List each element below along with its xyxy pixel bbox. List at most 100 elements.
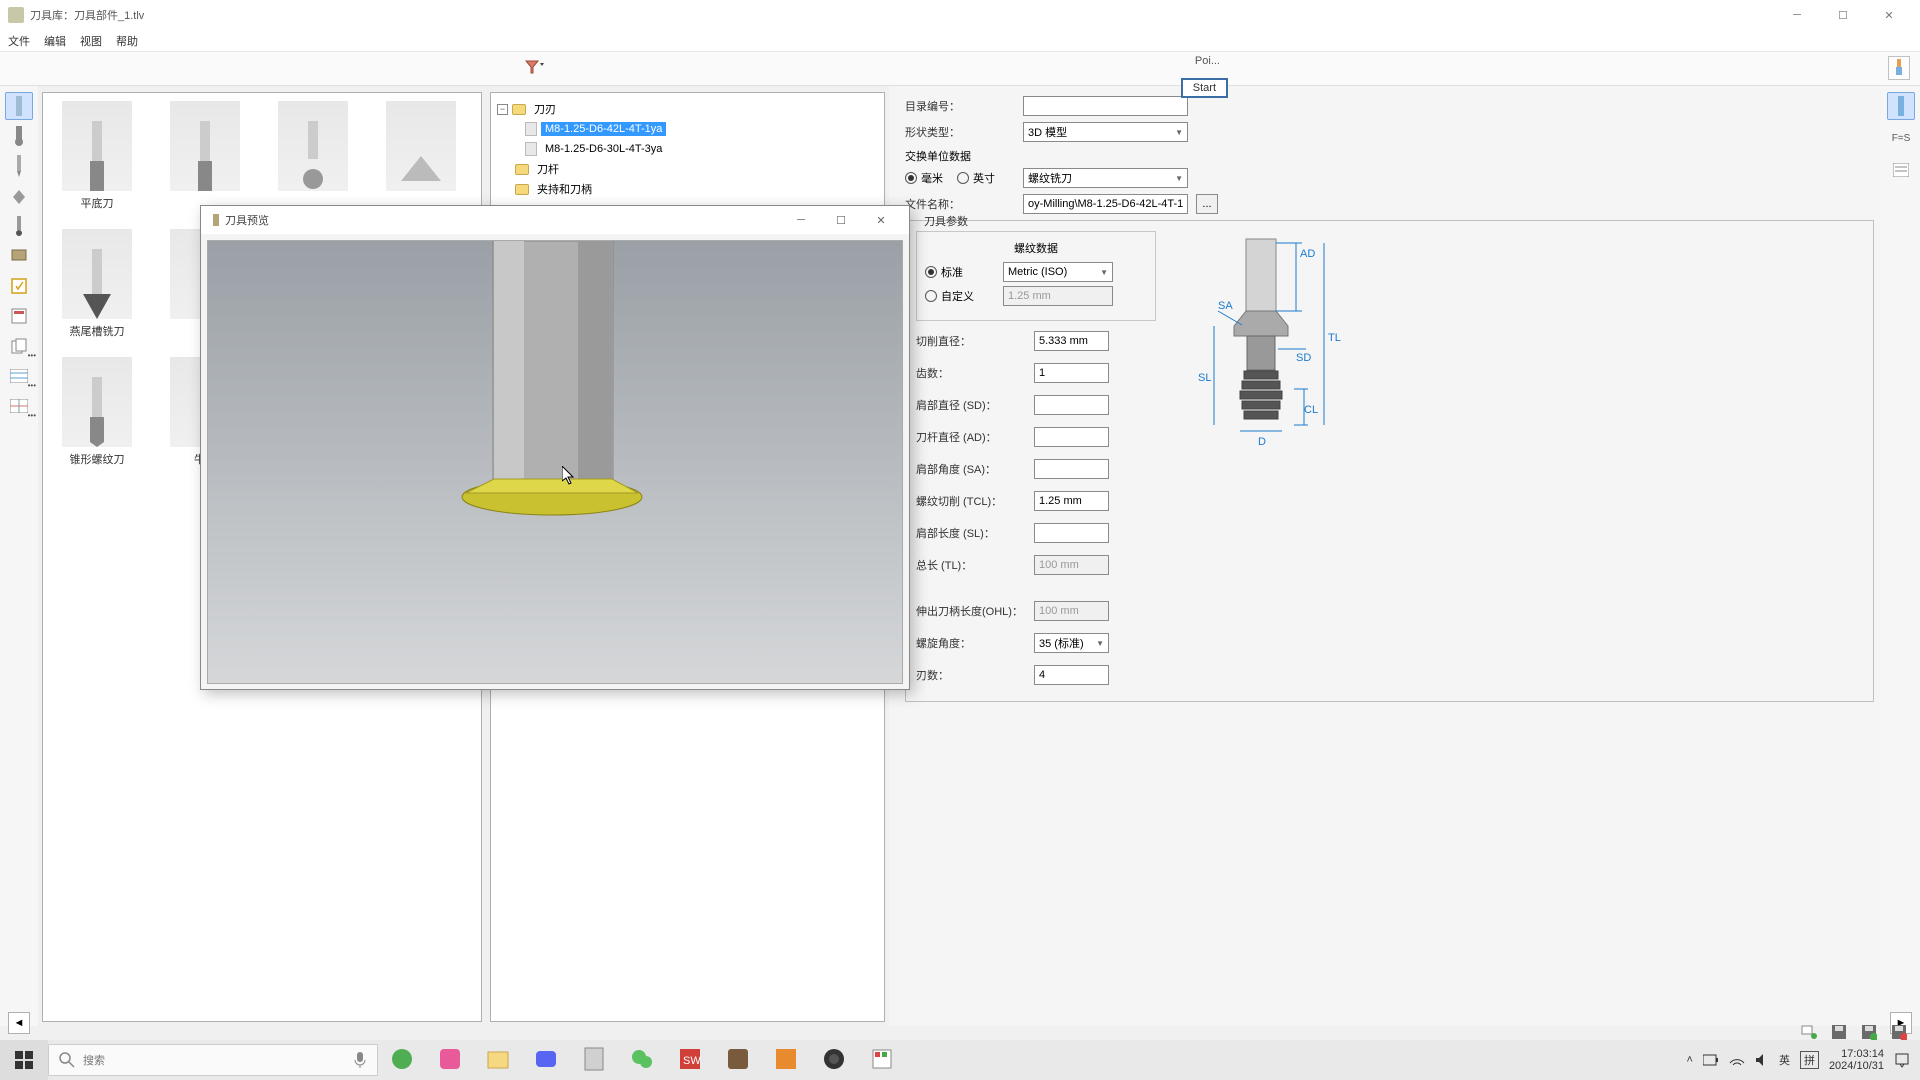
label-flutes: 刃数： [916,667,1026,683]
browse-file-button[interactable]: ... [1196,194,1218,214]
gallery-item[interactable]: 平底刀 [51,101,143,221]
status-save2-icon[interactable] [1858,1022,1880,1042]
window-minimize-button[interactable]: ─ [1774,0,1820,30]
leftrail-grid[interactable]: ••• [5,392,33,420]
preview-app-icon [209,212,225,228]
taskbar-app-obs[interactable] [810,1040,858,1080]
menu-view[interactable]: 视图 [80,33,102,49]
gallery-item[interactable]: 锥形螺纹刀 [51,357,143,477]
leftrail-table[interactable]: ••• [5,362,33,390]
leftrail-save[interactable] [5,272,33,300]
nav-prev-button[interactable]: ◄ [8,1012,30,1034]
svg-text:TL: TL [1328,332,1341,344]
input-thread-cut[interactable] [1034,491,1109,511]
folder-icon [512,104,526,115]
preview-minimize-button[interactable]: ─ [781,206,821,234]
gallery-item[interactable] [159,101,251,221]
input-shoulder-diam[interactable] [1034,395,1109,415]
preview-close-button[interactable]: ✕ [861,206,901,234]
taskbar-app-discord[interactable] [522,1040,570,1080]
preview-title-text: 刀具预览 [225,212,781,228]
tree-node-root[interactable]: − 刀刃 [497,99,878,119]
leftrail-probe[interactable] [5,212,33,240]
menu-file[interactable]: 文件 [8,33,30,49]
leftrail-ball-endmill[interactable] [5,122,33,150]
taskbar-app-sw[interactable]: SW [666,1040,714,1080]
menu-edit[interactable]: 编辑 [44,33,66,49]
gallery-item[interactable] [375,101,467,221]
gallery-item[interactable] [267,101,359,221]
radio-mm[interactable]: 毫米 [905,170,943,186]
taskbar-app-calc[interactable] [570,1040,618,1080]
mic-icon[interactable] [353,1051,367,1069]
menu-help[interactable]: 帮助 [116,33,138,49]
leftrail-tap[interactable] [5,182,33,210]
input-shoulder-len[interactable] [1034,523,1109,543]
leftrail-drill[interactable] [5,152,33,180]
rightrail-fs[interactable]: F=S [1887,124,1915,152]
status-save-warn-icon[interactable] [1888,1022,1910,1042]
status-save-icon[interactable] [1828,1022,1850,1042]
tray-battery-icon[interactable] [1703,1053,1719,1067]
rightrail-tool[interactable] [1887,92,1915,120]
tree-node-shank[interactable]: 刀杆 [497,159,878,179]
radio-custom[interactable]: 自定义 [925,288,995,304]
window-close-button[interactable]: ✕ [1866,0,1912,30]
tree-file[interactable]: M8-1.25-D6-30L-4T-3ya [497,139,878,159]
taskbar-search[interactable]: 搜索 [48,1044,378,1076]
tray-chevron-up-icon[interactable]: ˄ [1687,1054,1693,1066]
input-shank-diam[interactable] [1034,427,1109,447]
svg-text:CL: CL [1304,404,1318,416]
svg-text:SD: SD [1296,352,1311,364]
tray-ime-lang[interactable]: 英 [1779,1052,1790,1068]
radio-standard[interactable]: 标准 [925,264,995,280]
taskbar-app-pink[interactable] [426,1040,474,1080]
label-shoulder-diam: 肩部直径 (SD)： [916,397,1026,413]
input-filename[interactable] [1023,194,1188,214]
start-button[interactable]: Start [1181,78,1228,98]
tree-node-holder[interactable]: 夹持和刀柄 [497,179,878,199]
tray-notifications-icon[interactable] [1894,1052,1910,1068]
select-shape-type[interactable]: 3D 模型▼ [1023,122,1188,142]
folder-icon [515,164,529,175]
input-flutes[interactable] [1034,665,1109,685]
preview-maximize-button[interactable]: ☐ [821,206,861,234]
taskbar-app-orange[interactable] [762,1040,810,1080]
preview-titlebar[interactable]: 刀具预览 ─ ☐ ✕ [201,206,909,234]
filter-button[interactable] [520,56,550,80]
window-maximize-button[interactable]: ☐ [1820,0,1866,30]
taskbar-app-paint[interactable] [858,1040,906,1080]
preview-3d-viewport[interactable] [207,240,903,684]
input-catalog-no[interactable] [1023,96,1188,116]
menubar: 文件 编辑 视图 帮助 [0,30,1920,52]
input-shoulder-angle[interactable] [1034,459,1109,479]
select-thread-standard[interactable]: Metric (ISO)▼ [1003,262,1113,282]
select-tool-type[interactable]: 螺纹铣刀▼ [1023,168,1188,188]
tree-file-selected[interactable]: M8-1.25-D6-42L-4T-1ya [497,119,878,139]
leftrail-holder[interactable] [5,242,33,270]
gallery-item[interactable]: 燕尾槽铣刀 [51,229,143,349]
leftrail-copy[interactable]: ••• [5,332,33,360]
tray-clock[interactable]: 17:03:14 2024/10/31 [1829,1048,1884,1072]
taskbar-app-browser[interactable] [378,1040,426,1080]
taskbar-app-brown[interactable] [714,1040,762,1080]
windows-taskbar: 搜索 SW ˄ 英 拼 17:03:14 2024/10/31 [0,1040,1920,1080]
taskbar-app-wechat[interactable] [618,1040,666,1080]
select-helix[interactable]: 35 (标准)▼ [1034,633,1109,653]
status-flag-icon[interactable] [1798,1022,1820,1042]
tree-toggle-icon[interactable]: − [497,104,508,115]
leftrail-flat-endmill[interactable] [5,92,33,120]
start-menu-button[interactable] [0,1040,48,1080]
toolbar-tool-button[interactable] [1888,56,1910,80]
label-teeth: 齿数： [916,365,1026,381]
tray-wifi-icon[interactable] [1729,1053,1745,1067]
leftrail-form[interactable] [5,302,33,330]
tray-ime-mode[interactable]: 拼 [1800,1051,1819,1069]
input-ohl [1034,601,1109,621]
radio-inch[interactable]: 英寸 [957,170,995,186]
rightrail-list[interactable] [1887,156,1915,184]
input-cut-diam[interactable] [1034,331,1109,351]
taskbar-app-explorer[interactable] [474,1040,522,1080]
input-teeth[interactable] [1034,363,1109,383]
tray-volume-icon[interactable] [1755,1053,1769,1067]
